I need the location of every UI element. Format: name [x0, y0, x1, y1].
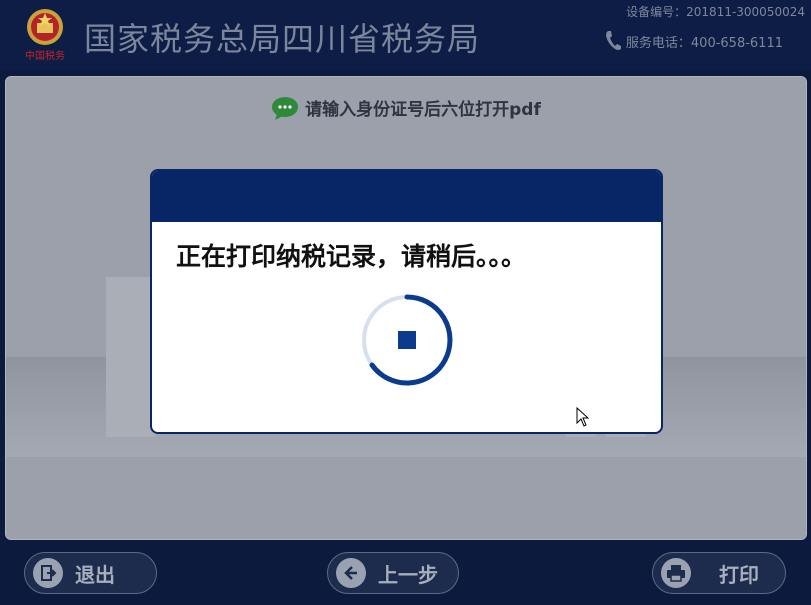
- instruction-prompt: 请输入身份证号后六位打开pdf: [6, 95, 806, 120]
- instruction-text: 请输入身份证号后六位打开pdf: [305, 100, 541, 120]
- exit-label: 退出: [75, 562, 115, 587]
- printing-dialog: 正在打印纳税记录，请稍后。。。: [150, 169, 663, 434]
- tax-emblem-logo: 中国税务: [25, 9, 65, 62]
- back-label: 上一步: [378, 562, 438, 587]
- chat-bubble-icon: [272, 96, 299, 120]
- service-phone-text: 服务电话：400-658-6111: [625, 35, 783, 51]
- header-bar: 中国税务 国家税务总局四川省税务局 设备编号：201811-300050024 …: [0, 0, 811, 70]
- dialog-message: 正在打印纳税记录，请稍后。。。: [176, 242, 527, 271]
- phone-icon: [605, 31, 621, 50]
- exit-button[interactable]: 退出: [24, 552, 157, 594]
- dialog-header: [152, 171, 661, 222]
- service-phone: 服务电话：400-658-6111: [604, 30, 783, 52]
- logo-caption: 中国税务: [25, 49, 65, 62]
- mouse-cursor-icon: [576, 407, 590, 427]
- arrow-left-icon: [336, 558, 366, 588]
- footer-bar: 退出 上一步 打印: [0, 543, 811, 605]
- print-label: 打印: [719, 562, 759, 587]
- printer-icon: [661, 558, 691, 588]
- device-number: 设备编号：201811-300050024: [626, 5, 805, 19]
- page-title: 国家税务总局四川省税务局: [84, 20, 481, 58]
- back-button[interactable]: 上一步: [327, 552, 459, 594]
- loading-spinner-icon: [362, 294, 453, 386]
- background-building: [106, 277, 156, 437]
- exit-icon: [33, 558, 63, 588]
- print-button[interactable]: 打印: [652, 552, 786, 594]
